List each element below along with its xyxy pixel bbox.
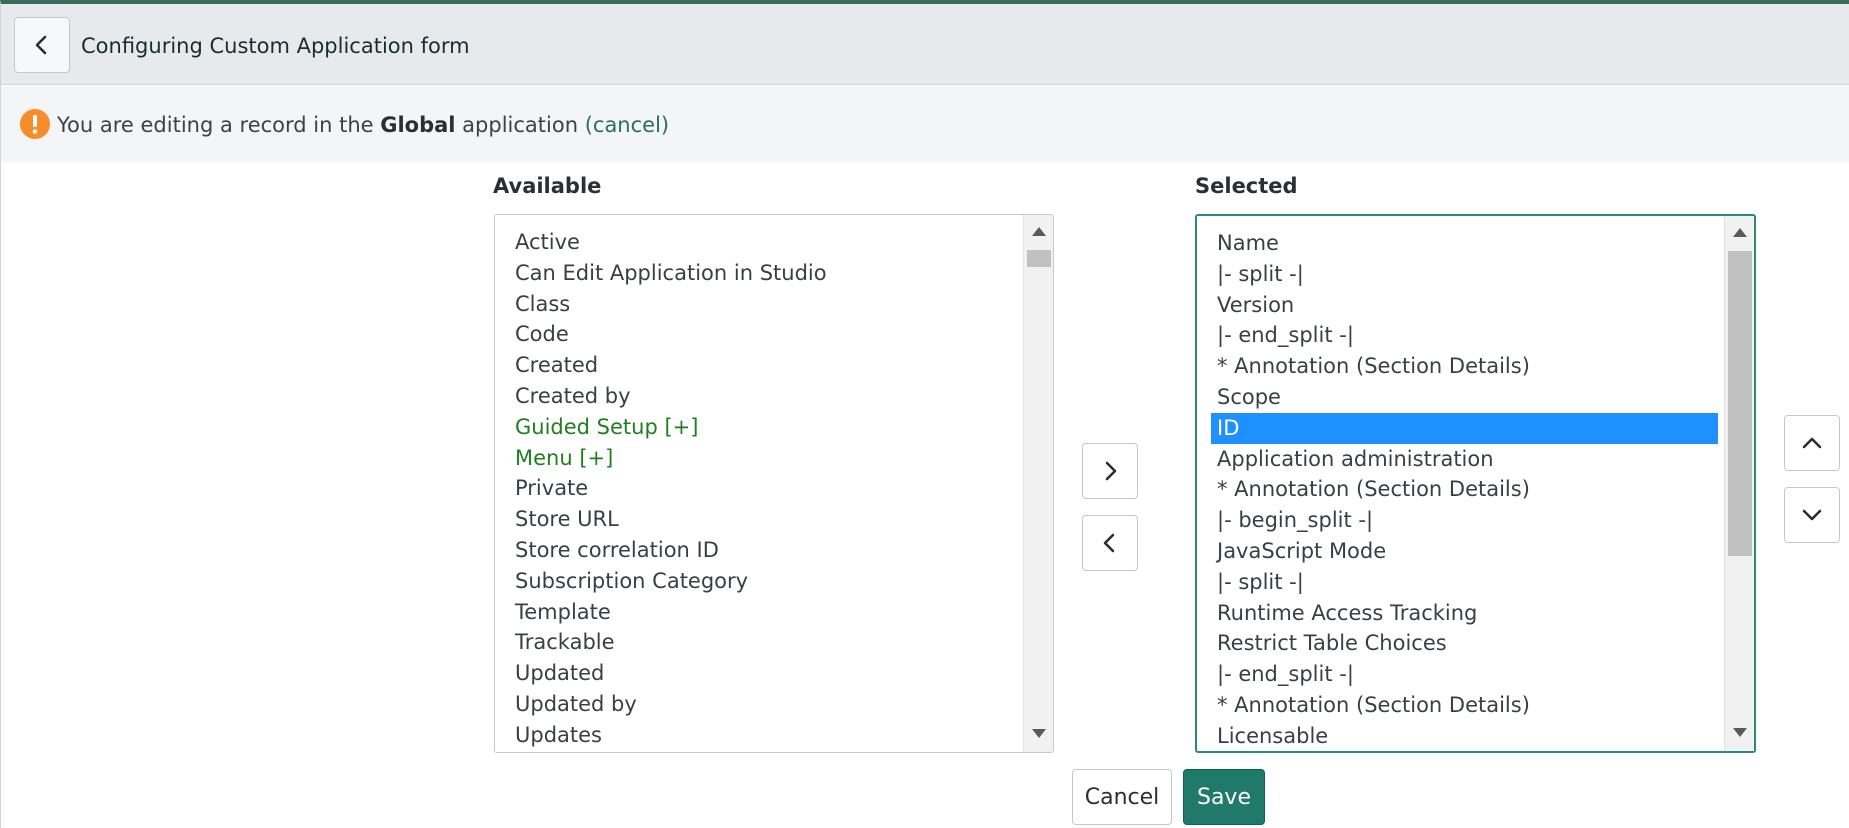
available-scroll-thumb[interactable] <box>1027 250 1051 267</box>
list-item[interactable]: Created by <box>513 381 1017 412</box>
chevron-down-icon <box>1802 509 1822 521</box>
list-item[interactable]: Can Edit Application in Studio <box>513 258 1017 289</box>
list-item[interactable]: Updated by <box>513 689 1017 720</box>
banner-app-name: Global <box>380 113 456 137</box>
app-frame: Configuring Custom Application form You … <box>0 0 1849 828</box>
list-item[interactable]: Runtime Access Tracking <box>1215 598 1718 629</box>
selected-label: Selected <box>1195 174 1298 198</box>
available-label: Available <box>493 174 602 198</box>
list-item[interactable]: |- split -| <box>1215 567 1718 598</box>
scroll-down-arrow-icon[interactable] <box>1733 728 1747 737</box>
list-item[interactable]: |- split -| <box>1215 259 1718 290</box>
list-item[interactable]: Private <box>513 473 1017 504</box>
chevron-left-icon <box>35 35 47 55</box>
list-item[interactable]: Scope <box>1215 382 1718 413</box>
list-item[interactable]: Restrict Table Choices <box>1215 628 1718 659</box>
back-button[interactable] <box>14 17 70 73</box>
move-down-button[interactable] <box>1784 487 1840 543</box>
move-up-button[interactable] <box>1784 415 1840 471</box>
banner-message: You are editing a record in the Global a… <box>57 113 669 137</box>
list-item[interactable]: |- end_split -| <box>1215 659 1718 690</box>
list-item[interactable]: Trackable <box>513 627 1017 658</box>
list-item[interactable]: Code <box>513 319 1017 350</box>
list-item[interactable]: Name <box>1215 228 1718 259</box>
form-header: Configuring Custom Application form <box>1 4 1849 85</box>
list-item[interactable]: Version <box>1215 290 1718 321</box>
list-item[interactable]: * Annotation (Section Details) <box>1215 474 1718 505</box>
list-item[interactable]: |- begin_split -| <box>1215 505 1718 536</box>
scroll-down-arrow-icon[interactable] <box>1032 729 1046 738</box>
page-title: Configuring Custom Application form <box>81 34 470 58</box>
scope-warning-banner: You are editing a record in the Global a… <box>1 86 1849 162</box>
list-item[interactable]: Subscription Category <box>513 566 1017 597</box>
list-item[interactable]: Menu [+] <box>513 443 1017 474</box>
selected-list[interactable]: Name |- split -| Version |- end_split -| * A… <box>1195 214 1756 753</box>
list-item[interactable]: ID <box>1211 412 1718 444</box>
list-item[interactable]: Template <box>513 597 1017 628</box>
selected-items: Name |- split -| Version |- end_split -| * A… <box>1211 228 1718 751</box>
available-list[interactable]: Active Can Edit Application in Studio Clas… <box>494 214 1054 753</box>
list-item[interactable]: Updated <box>513 658 1017 689</box>
list-item[interactable]: Application administration <box>1215 444 1718 475</box>
remove-from-selected-button[interactable] <box>1082 515 1138 571</box>
list-item[interactable]: Guided Setup [+] <box>513 412 1017 443</box>
chevron-right-icon <box>1105 461 1117 481</box>
save-button[interactable]: Save <box>1183 769 1265 825</box>
list-item[interactable]: Created <box>513 350 1017 381</box>
add-to-selected-button[interactable] <box>1082 443 1138 499</box>
selected-scrollbar[interactable] <box>1724 216 1754 751</box>
list-item[interactable]: Store correlation ID <box>513 535 1017 566</box>
list-item[interactable]: Updates <box>513 720 1017 751</box>
list-item[interactable]: Class <box>513 289 1017 320</box>
chevron-left-icon <box>1103 533 1115 553</box>
list-item[interactable]: Store URL <box>513 504 1017 535</box>
list-item[interactable]: JavaScript Mode <box>1215 536 1718 567</box>
scroll-up-arrow-icon[interactable] <box>1733 228 1747 237</box>
banner-suffix: application <box>455 113 585 137</box>
scroll-up-arrow-icon[interactable] <box>1032 227 1046 236</box>
list-item[interactable]: * Annotation (Section Details) <box>1215 351 1718 382</box>
exclamation-icon <box>20 109 50 139</box>
chevron-up-icon <box>1802 437 1822 449</box>
available-scrollbar[interactable] <box>1023 215 1053 752</box>
cancel-scope-link[interactable]: (cancel) <box>585 113 669 137</box>
list-item[interactable]: Licensable <box>1215 721 1718 751</box>
available-items: Active Can Edit Application in Studio Clas… <box>513 227 1017 751</box>
cancel-button[interactable]: Cancel <box>1072 769 1172 825</box>
list-item[interactable]: Active <box>513 227 1017 258</box>
banner-prefix: You are editing a record in the <box>57 113 381 137</box>
selected-scroll-thumb[interactable] <box>1728 251 1752 556</box>
list-item[interactable]: * Annotation (Section Details) <box>1215 690 1718 721</box>
list-item[interactable]: |- end_split -| <box>1215 320 1718 351</box>
